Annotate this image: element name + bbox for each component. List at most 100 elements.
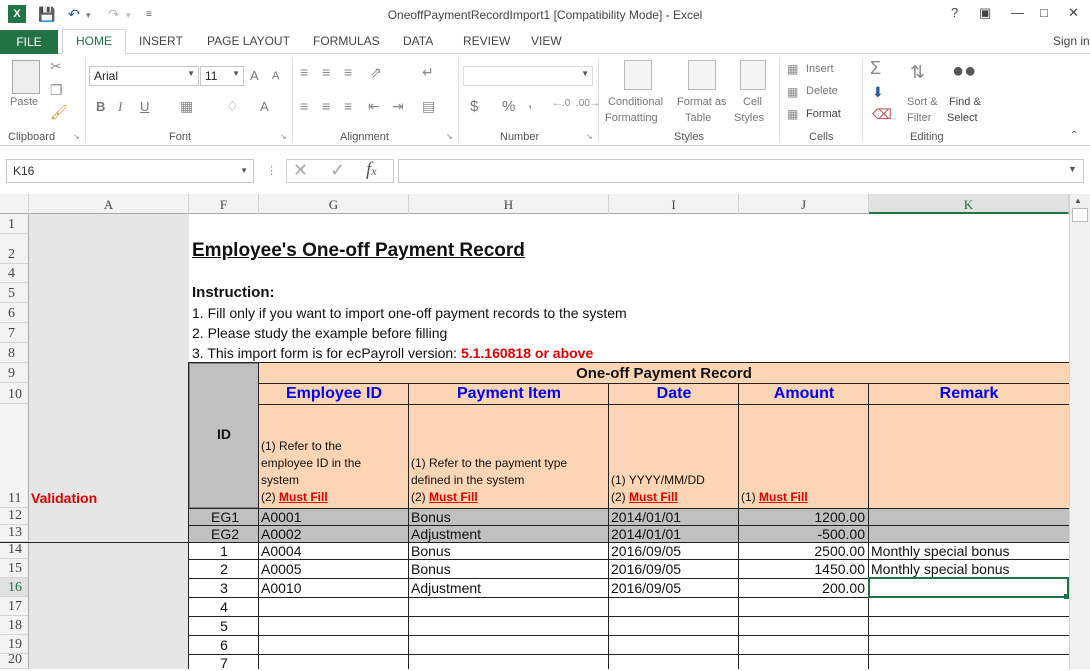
example-item[interactable]: Bonus <box>411 509 451 525</box>
italic-button[interactable]: I <box>118 99 122 115</box>
paste-icon[interactable] <box>12 60 40 94</box>
record-remark[interactable]: Monthly special bonus <box>871 561 1010 577</box>
example-amount[interactable]: 1200.00 <box>739 509 865 525</box>
row-header[interactable]: 10 <box>0 383 29 404</box>
close-icon[interactable]: ✕ <box>1068 5 1079 21</box>
sort-filter-icon[interactable]: ⇅ <box>910 62 925 83</box>
number-format-select[interactable]: ▼ <box>463 66 593 86</box>
sort-filter-label-2[interactable]: Filter <box>907 112 931 124</box>
row-header[interactable]: 11 <box>0 404 29 508</box>
align-top-icon[interactable]: ≡ <box>300 64 308 80</box>
insert-function-icon[interactable]: fx <box>366 159 377 181</box>
tab-formulas[interactable]: FORMULAS <box>313 34 380 48</box>
clear-icon[interactable]: ⌫ <box>872 106 892 123</box>
vertical-scrollbar[interactable]: ▲ <box>1069 194 1090 669</box>
delete-cells-icon[interactable]: ▦ <box>787 85 798 99</box>
row-header[interactable]: 9 <box>0 363 29 383</box>
record-amount[interactable]: 2500.00 <box>739 543 865 559</box>
active-cell-k16[interactable] <box>868 577 1069 598</box>
autosum-icon[interactable]: Σ <box>870 58 881 79</box>
row-header[interactable]: 12 <box>0 508 29 525</box>
borders-icon[interactable]: ▦ <box>180 98 193 115</box>
find-select-label-2[interactable]: Select <box>947 112 978 124</box>
copy-icon[interactable]: ❐ <box>50 82 63 99</box>
ribbon-display-icon[interactable]: ▣ <box>979 5 991 21</box>
column-header-g[interactable]: G <box>259 194 409 214</box>
number-launcher-icon[interactable]: ↘ <box>586 132 593 141</box>
format-painter-icon[interactable]: 🖌 <box>50 104 68 121</box>
fill-icon[interactable]: ⬇ <box>872 84 884 101</box>
tab-insert[interactable]: INSERT <box>139 34 183 48</box>
currency-button[interactable]: $ <box>470 98 478 115</box>
row-header[interactable]: 6 <box>0 303 29 323</box>
example-employee[interactable]: A0001 <box>261 509 301 525</box>
record-date[interactable]: 2016/09/05 <box>611 543 681 559</box>
format-as-table-icon[interactable] <box>688 60 716 90</box>
increase-indent-icon[interactable]: ⇥ <box>392 98 404 115</box>
name-box[interactable]: K16 ▼ <box>6 159 254 183</box>
sort-filter-label-1[interactable]: Sort & <box>907 96 938 108</box>
example-date[interactable]: 2014/01/01 <box>611 526 681 542</box>
row-header[interactable]: 2 <box>0 234 29 264</box>
record-date[interactable]: 2016/09/05 <box>611 580 681 596</box>
record-item[interactable]: Bonus <box>411 543 451 559</box>
record-id[interactable]: 4 <box>189 599 259 615</box>
record-employee[interactable]: A0005 <box>261 561 301 577</box>
format-as-table-label-1[interactable]: Format as <box>677 96 727 108</box>
record-employee[interactable]: A0004 <box>261 543 301 559</box>
row-header[interactable]: 4 <box>0 264 29 283</box>
example-date[interactable]: 2014/01/01 <box>611 509 681 525</box>
align-center-icon[interactable]: ≡ <box>322 98 330 114</box>
row-header[interactable]: 20 <box>0 652 29 669</box>
minimize-icon[interactable]: — <box>1011 5 1024 20</box>
record-amount[interactable]: 1450.00 <box>739 561 865 577</box>
font-launcher-icon[interactable]: ↘ <box>280 132 287 141</box>
tab-file[interactable]: FILE <box>0 30 58 54</box>
record-date[interactable]: 2016/09/05 <box>611 561 681 577</box>
shrink-font-button[interactable]: A <box>272 70 279 82</box>
tab-home[interactable]: HOME <box>62 29 126 55</box>
record-amount[interactable]: 200.00 <box>739 580 865 596</box>
insert-cells-icon[interactable]: ▦ <box>787 62 798 76</box>
conditional-formatting-icon[interactable] <box>624 60 652 90</box>
column-header-h[interactable]: H <box>409 194 609 214</box>
record-id[interactable]: 6 <box>189 637 259 653</box>
row-header[interactable]: 18 <box>0 616 29 635</box>
merge-center-icon[interactable]: ▤ <box>422 98 435 115</box>
comma-button[interactable]: , <box>528 94 532 111</box>
row-header[interactable]: 13 <box>0 525 29 542</box>
decrease-decimal-icon[interactable]: .00→ <box>576 98 600 109</box>
percent-button[interactable]: % <box>502 98 515 115</box>
sign-in-link[interactable]: Sign in <box>1053 34 1090 48</box>
format-cells-button[interactable]: Format <box>806 108 841 120</box>
decrease-indent-icon[interactable]: ⇤ <box>368 98 380 115</box>
record-id[interactable]: 3 <box>189 580 259 596</box>
conditional-formatting-label-1[interactable]: Conditional <box>608 96 663 108</box>
record-id[interactable]: 5 <box>189 618 259 634</box>
column-header-j[interactable]: J <box>739 194 869 214</box>
help-button[interactable]: ? <box>951 5 958 20</box>
example-employee[interactable]: A0002 <box>261 526 301 542</box>
record-item[interactable]: Bonus <box>411 561 451 577</box>
font-color-button[interactable]: A <box>260 99 269 114</box>
example-id[interactable]: EG1 <box>189 509 259 525</box>
cell-styles-label-1[interactable]: Cell <box>743 96 762 108</box>
example-item[interactable]: Adjustment <box>411 526 481 542</box>
cell-styles-icon[interactable] <box>740 60 766 90</box>
underline-button[interactable]: U <box>140 99 149 114</box>
row-header[interactable]: 15 <box>0 559 29 578</box>
row-header[interactable]: 8 <box>0 343 29 363</box>
tab-page-layout[interactable]: PAGE LAYOUT <box>207 34 290 48</box>
conditional-formatting-label-2[interactable]: Formatting <box>605 112 658 124</box>
formula-input[interactable] <box>398 159 1084 183</box>
delete-cells-button[interactable]: Delete <box>806 85 838 97</box>
record-remark[interactable]: Monthly special bonus <box>871 543 1010 559</box>
find-select-label-1[interactable]: Find & <box>949 96 981 108</box>
format-cells-icon[interactable]: ▦ <box>787 107 798 121</box>
align-right-icon[interactable]: ≡ <box>344 98 352 114</box>
column-header-a[interactable]: A <box>29 194 189 214</box>
record-employee[interactable]: A0010 <box>261 580 301 596</box>
paste-button-label[interactable]: Paste <box>10 96 38 108</box>
tab-review[interactable]: REVIEW <box>463 34 510 48</box>
tab-data[interactable]: DATA <box>403 34 433 48</box>
